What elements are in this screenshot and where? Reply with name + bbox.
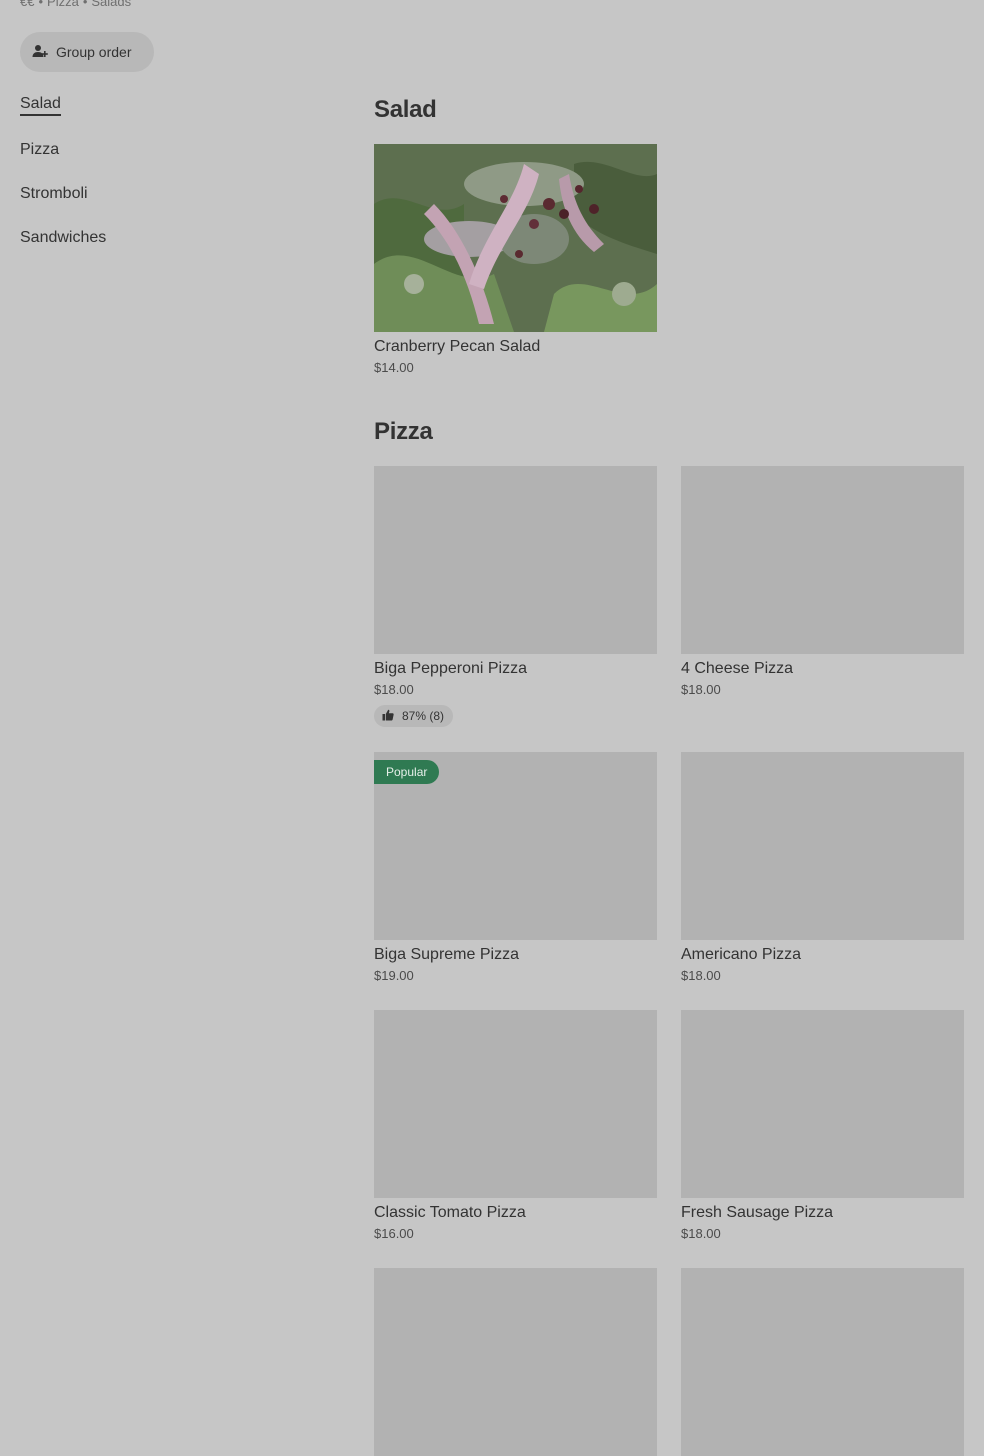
item-image	[374, 144, 657, 332]
item-name: 4 Cheese Pizza	[681, 660, 794, 677]
item-image	[681, 1268, 964, 1456]
menu-item-card[interactable]: Americano Pizza $18.00	[681, 752, 964, 986]
nav-item-stromboli[interactable]: Stromboli	[20, 185, 88, 203]
item-name: Cranberry Pecan Salad	[374, 338, 541, 355]
thumbs-up-icon	[382, 709, 402, 724]
meta-separator: •	[38, 0, 44, 9]
item-price: $18.00	[374, 682, 414, 697]
menu-item-card[interactable]	[681, 1268, 964, 1456]
nav-item-pizza[interactable]: Pizza	[20, 141, 59, 159]
group-order-label: Group order	[56, 44, 132, 60]
person-plus-icon	[32, 43, 56, 62]
menu-item-card[interactable]: Popular Biga Supreme Pizza $19.00	[374, 752, 657, 986]
cuisine-salads: Salads	[91, 0, 132, 9]
section-title-salad: Salad	[374, 96, 437, 123]
cuisine-pizza: Pizza	[47, 0, 79, 9]
item-price: $14.00	[374, 360, 414, 375]
item-image	[681, 466, 964, 654]
item-name: Fresh Sausage Pizza	[681, 1204, 834, 1221]
item-image	[681, 1010, 964, 1198]
menu-item-card[interactable]: Fresh Sausage Pizza $18.00	[681, 1010, 964, 1244]
group-order-button[interactable]: Group order	[20, 32, 154, 72]
item-name: Biga Pepperoni Pizza	[374, 660, 527, 677]
item-price: $18.00	[681, 1226, 721, 1241]
section-title-pizza: Pizza	[374, 418, 433, 445]
item-image	[374, 466, 657, 654]
menu-item-card[interactable]: 4 Cheese Pizza $18.00	[681, 466, 964, 700]
popular-badge: Popular	[374, 760, 440, 784]
item-price: $18.00	[681, 682, 721, 697]
item-price: $16.00	[374, 1226, 414, 1241]
item-name: Classic Tomato Pizza	[374, 1204, 526, 1221]
nav-item-salad[interactable]: Salad	[20, 95, 61, 116]
menu-item-card[interactable]: Classic Tomato Pizza $16.00	[374, 1010, 657, 1244]
price-range: €€	[20, 0, 35, 9]
menu-item-card[interactable]: Cranberry Pecan Salad $14.00	[374, 144, 657, 378]
menu-item-card[interactable]: Biga Pepperoni Pizza $18.00 87% (8)	[374, 466, 657, 727]
store-meta: €€ • Pizza • Salads	[20, 0, 131, 9]
item-image	[374, 1268, 657, 1456]
rating-text: 87% (8)	[402, 709, 445, 723]
nav-item-sandwiches[interactable]: Sandwiches	[20, 229, 106, 247]
item-name: Biga Supreme Pizza	[374, 946, 519, 963]
item-price: $18.00	[681, 968, 721, 983]
meta-separator: •	[82, 0, 88, 9]
item-image: Popular	[374, 752, 657, 940]
item-name: Americano Pizza	[681, 946, 802, 963]
menu-item-card[interactable]	[374, 1268, 657, 1456]
item-price: $19.00	[374, 968, 414, 983]
item-image	[681, 752, 964, 940]
item-image	[374, 1010, 657, 1198]
rating-badge: 87% (8)	[374, 705, 454, 727]
